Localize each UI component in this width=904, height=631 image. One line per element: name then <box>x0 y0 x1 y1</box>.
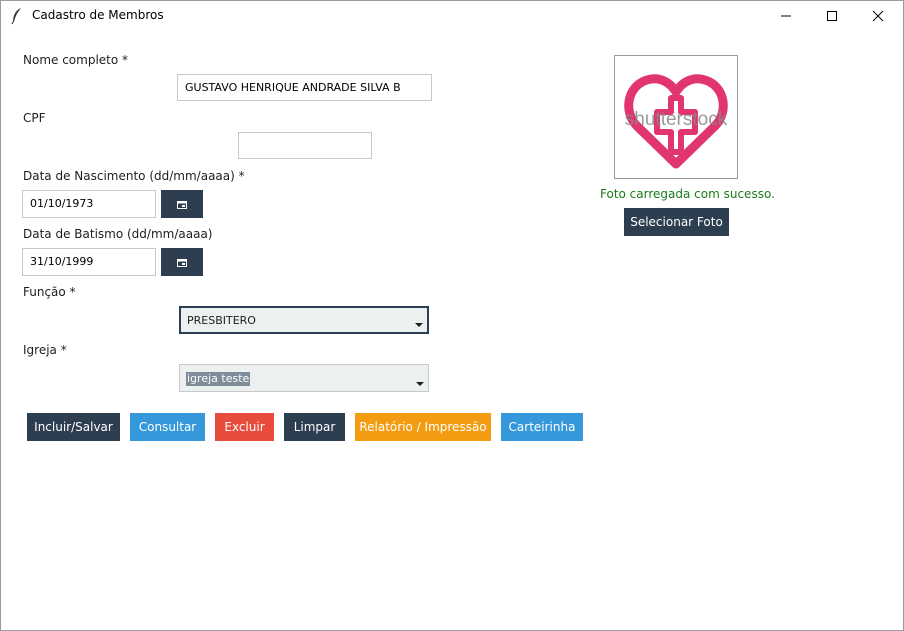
delete-button[interactable]: Excluir <box>215 413 274 441</box>
nome-input[interactable]: GUSTAVO HENRIQUE ANDRADE SILVA B <box>177 74 432 101</box>
maximize-button[interactable] <box>809 1 855 31</box>
app-window: Cadastro de Membros Nome completo * GUST… <box>0 0 904 631</box>
maximize-icon <box>827 11 837 21</box>
batismo-label: Data de Batismo (dd/mm/aaaa) <box>23 227 213 241</box>
close-button[interactable] <box>855 1 901 31</box>
heart-cross-logo: shutterstock <box>624 74 728 169</box>
chevron-down-icon <box>416 382 424 386</box>
igreja-label: Igreja * <box>23 343 67 357</box>
funcao-label: Função * <box>23 285 76 299</box>
photo-status: Foto carregada com sucesso. <box>600 187 775 201</box>
clear-button[interactable]: Limpar <box>284 413 345 441</box>
window-title: Cadastro de Membros <box>32 8 164 22</box>
member-photo: shutterstock <box>614 55 738 179</box>
nome-label: Nome completo * <box>23 53 129 67</box>
save-button[interactable]: Incluir/Salvar <box>27 413 120 441</box>
minimize-icon <box>781 15 791 17</box>
calendar-icon <box>177 258 187 267</box>
card-button[interactable]: Carteirinha <box>501 413 583 441</box>
nascimento-input[interactable]: 01/10/1973 <box>22 190 156 218</box>
feather-icon <box>11 8 21 25</box>
funcao-select-value: PRESBITERO <box>187 314 256 327</box>
nascimento-label: Data de Nascimento (dd/mm/aaaa) * <box>23 169 245 183</box>
select-photo-button[interactable]: Selecionar Foto <box>624 208 729 236</box>
nascimento-calendar-button[interactable] <box>161 190 203 218</box>
igreja-select[interactable]: igreja teste <box>179 364 429 392</box>
title-bar: Cadastro de Membros <box>1 1 903 31</box>
close-icon <box>872 10 884 22</box>
chevron-down-icon <box>415 323 423 327</box>
igreja-select-value: igreja teste <box>186 372 251 386</box>
funcao-select[interactable]: PRESBITERO <box>179 306 429 334</box>
batismo-calendar-button[interactable] <box>161 248 203 276</box>
minimize-button[interactable] <box>763 1 809 31</box>
watermark-text: shutterstock <box>625 109 728 130</box>
cpf-label: CPF <box>23 111 46 125</box>
calendar-icon <box>177 200 187 209</box>
batismo-input[interactable]: 31/10/1999 <box>22 248 156 276</box>
cpf-input[interactable] <box>238 132 372 159</box>
query-button[interactable]: Consultar <box>130 413 205 441</box>
report-button[interactable]: Relatório / Impressão <box>355 413 491 441</box>
